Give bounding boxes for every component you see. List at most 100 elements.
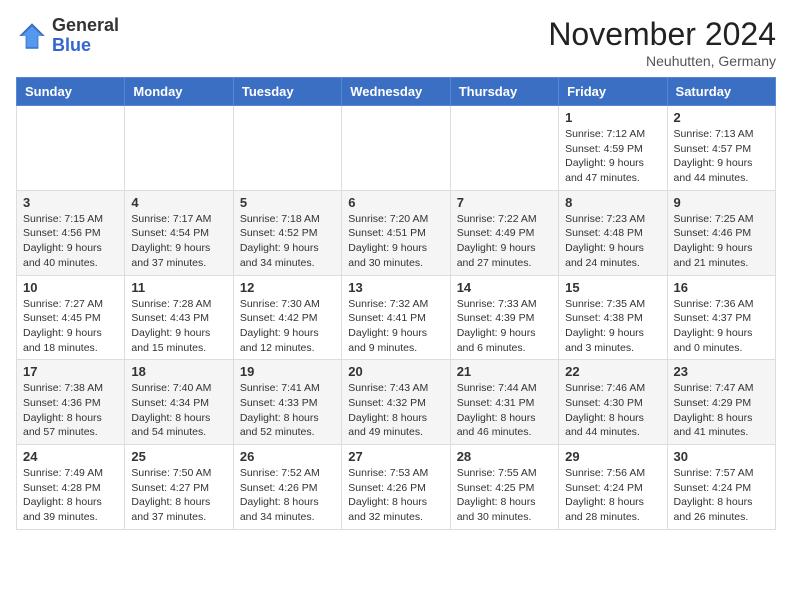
day-info: Sunrise: 7:23 AM Sunset: 4:48 PM Dayligh… (565, 212, 660, 271)
calendar-cell: 22 Sunrise: 7:46 AM Sunset: 4:30 PM Dayli… (559, 360, 667, 445)
day-number: 5 (240, 195, 335, 210)
day-number: 29 (565, 449, 660, 464)
day-number: 9 (674, 195, 769, 210)
day-number: 22 (565, 364, 660, 379)
calendar-cell: 25Sunrise: 7:50 AM Sunset: 4:27 PM Dayli… (125, 445, 233, 530)
calendar-cell: 5 Sunrise: 7:18 AM Sunset: 4:52 PM Daylig… (233, 190, 341, 275)
calendar-cell: 16 Sunrise: 7:36 AM Sunset: 4:37 PM Dayli… (667, 275, 775, 360)
logo: General Blue (16, 16, 119, 56)
day-number: 11 (131, 280, 226, 295)
calendar-cell: 26 Sunrise: 7:52 AM Sunset: 4:26 PM Dayli… (233, 445, 341, 530)
calendar-cell: 27 Sunrise: 7:53 AM Sunset: 4:26 PM Dayli… (342, 445, 450, 530)
calendar-cell: 24 Sunrise: 7:49 AM Sunset: 4:28 PM Dayli… (17, 445, 125, 530)
day-number: 14 (457, 280, 552, 295)
day-number: 13 (348, 280, 443, 295)
calendar-cell: 11Sunrise: 7:28 AM Sunset: 4:43 PM Dayli… (125, 275, 233, 360)
day-info: Sunrise: 7:46 AM Sunset: 4:30 PM Dayligh… (565, 381, 660, 440)
calendar-cell: 8 Sunrise: 7:23 AM Sunset: 4:48 PM Daylig… (559, 190, 667, 275)
day-info: Sunrise: 7:25 AM Sunset: 4:46 PM Dayligh… (674, 212, 769, 271)
calendar-cell: 3 Sunrise: 7:15 AM Sunset: 4:56 PM Daylig… (17, 190, 125, 275)
calendar-week-row: 24 Sunrise: 7:49 AM Sunset: 4:28 PM Dayli… (17, 445, 776, 530)
day-info: Sunrise: 7:12 AM Sunset: 4:59 PM Dayligh… (565, 127, 660, 186)
day-number: 20 (348, 364, 443, 379)
calendar-cell: 15Sunrise: 7:35 AM Sunset: 4:38 PM Dayli… (559, 275, 667, 360)
day-info: Sunrise: 7:17 AM Sunset: 4:54 PM Dayligh… (131, 212, 226, 271)
day-number: 25 (131, 449, 226, 464)
calendar-cell (17, 106, 125, 191)
day-info: Sunrise: 7:57 AM Sunset: 4:24 PM Dayligh… (674, 466, 769, 525)
day-number: 23 (674, 364, 769, 379)
day-number: 7 (457, 195, 552, 210)
day-number: 8 (565, 195, 660, 210)
day-number: 6 (348, 195, 443, 210)
weekday-header: Thursday (450, 78, 558, 106)
day-info: Sunrise: 7:56 AM Sunset: 4:24 PM Dayligh… (565, 466, 660, 525)
day-info: Sunrise: 7:20 AM Sunset: 4:51 PM Dayligh… (348, 212, 443, 271)
calendar-cell: 29 Sunrise: 7:56 AM Sunset: 4:24 PM Dayli… (559, 445, 667, 530)
day-info: Sunrise: 7:44 AM Sunset: 4:31 PM Dayligh… (457, 381, 552, 440)
calendar-cell: 30 Sunrise: 7:57 AM Sunset: 4:24 PM Dayli… (667, 445, 775, 530)
calendar-cell: 28 Sunrise: 7:55 AM Sunset: 4:25 PM Dayli… (450, 445, 558, 530)
day-info: Sunrise: 7:47 AM Sunset: 4:29 PM Dayligh… (674, 381, 769, 440)
weekday-header: Sunday (17, 78, 125, 106)
weekday-header: Monday (125, 78, 233, 106)
calendar-cell (342, 106, 450, 191)
day-info: Sunrise: 7:55 AM Sunset: 4:25 PM Dayligh… (457, 466, 552, 525)
day-number: 1 (565, 110, 660, 125)
day-info: Sunrise: 7:32 AM Sunset: 4:41 PM Dayligh… (348, 297, 443, 356)
day-number: 3 (23, 195, 118, 210)
day-info: Sunrise: 7:33 AM Sunset: 4:39 PM Dayligh… (457, 297, 552, 356)
day-number: 16 (674, 280, 769, 295)
day-number: 17 (23, 364, 118, 379)
day-number: 21 (457, 364, 552, 379)
logo-blue-text: Blue (52, 35, 91, 55)
location: Neuhutten, Germany (548, 53, 776, 69)
day-info: Sunrise: 7:53 AM Sunset: 4:26 PM Dayligh… (348, 466, 443, 525)
day-number: 19 (240, 364, 335, 379)
weekday-header: Tuesday (233, 78, 341, 106)
page-header: General Blue November 2024 Neuhutten, Ge… (16, 16, 776, 69)
title-block: November 2024 Neuhutten, Germany (548, 16, 776, 69)
day-number: 28 (457, 449, 552, 464)
day-number: 24 (23, 449, 118, 464)
calendar-cell (450, 106, 558, 191)
weekday-header-row: SundayMondayTuesdayWednesdayThursdayFrid… (17, 78, 776, 106)
calendar-cell (233, 106, 341, 191)
calendar-table: SundayMondayTuesdayWednesdayThursdayFrid… (16, 77, 776, 530)
day-number: 12 (240, 280, 335, 295)
calendar-cell: 1 Sunrise: 7:12 AM Sunset: 4:59 PM Daylig… (559, 106, 667, 191)
weekday-header: Saturday (667, 78, 775, 106)
day-info: Sunrise: 7:15 AM Sunset: 4:56 PM Dayligh… (23, 212, 118, 271)
calendar-cell: 12 Sunrise: 7:30 AM Sunset: 4:42 PM Dayli… (233, 275, 341, 360)
day-number: 4 (131, 195, 226, 210)
day-number: 15 (565, 280, 660, 295)
day-number: 30 (674, 449, 769, 464)
day-number: 27 (348, 449, 443, 464)
day-info: Sunrise: 7:36 AM Sunset: 4:37 PM Dayligh… (674, 297, 769, 356)
day-info: Sunrise: 7:22 AM Sunset: 4:49 PM Dayligh… (457, 212, 552, 271)
calendar-cell: 20Sunrise: 7:43 AM Sunset: 4:32 PM Dayli… (342, 360, 450, 445)
day-info: Sunrise: 7:41 AM Sunset: 4:33 PM Dayligh… (240, 381, 335, 440)
calendar-cell: 13 Sunrise: 7:32 AM Sunset: 4:41 PM Dayli… (342, 275, 450, 360)
day-info: Sunrise: 7:27 AM Sunset: 4:45 PM Dayligh… (23, 297, 118, 356)
calendar-cell: 17 Sunrise: 7:38 AM Sunset: 4:36 PM Dayli… (17, 360, 125, 445)
calendar-cell: 10Sunrise: 7:27 AM Sunset: 4:45 PM Dayli… (17, 275, 125, 360)
calendar-cell: 7 Sunrise: 7:22 AM Sunset: 4:49 PM Daylig… (450, 190, 558, 275)
day-info: Sunrise: 7:52 AM Sunset: 4:26 PM Dayligh… (240, 466, 335, 525)
month-title: November 2024 (548, 16, 776, 53)
calendar-week-row: 10Sunrise: 7:27 AM Sunset: 4:45 PM Dayli… (17, 275, 776, 360)
logo-icon (16, 20, 48, 52)
day-info: Sunrise: 7:40 AM Sunset: 4:34 PM Dayligh… (131, 381, 226, 440)
calendar-cell: 18 Sunrise: 7:40 AM Sunset: 4:34 PM Dayli… (125, 360, 233, 445)
calendar-cell: 4 Sunrise: 7:17 AM Sunset: 4:54 PM Daylig… (125, 190, 233, 275)
day-number: 18 (131, 364, 226, 379)
day-info: Sunrise: 7:18 AM Sunset: 4:52 PM Dayligh… (240, 212, 335, 271)
calendar-cell (125, 106, 233, 191)
calendar-cell: 21 Sunrise: 7:44 AM Sunset: 4:31 PM Dayli… (450, 360, 558, 445)
day-number: 26 (240, 449, 335, 464)
calendar-cell: 14 Sunrise: 7:33 AM Sunset: 4:39 PM Dayli… (450, 275, 558, 360)
day-info: Sunrise: 7:38 AM Sunset: 4:36 PM Dayligh… (23, 381, 118, 440)
day-info: Sunrise: 7:30 AM Sunset: 4:42 PM Dayligh… (240, 297, 335, 356)
day-info: Sunrise: 7:49 AM Sunset: 4:28 PM Dayligh… (23, 466, 118, 525)
calendar-cell: 19 Sunrise: 7:41 AM Sunset: 4:33 PM Dayli… (233, 360, 341, 445)
